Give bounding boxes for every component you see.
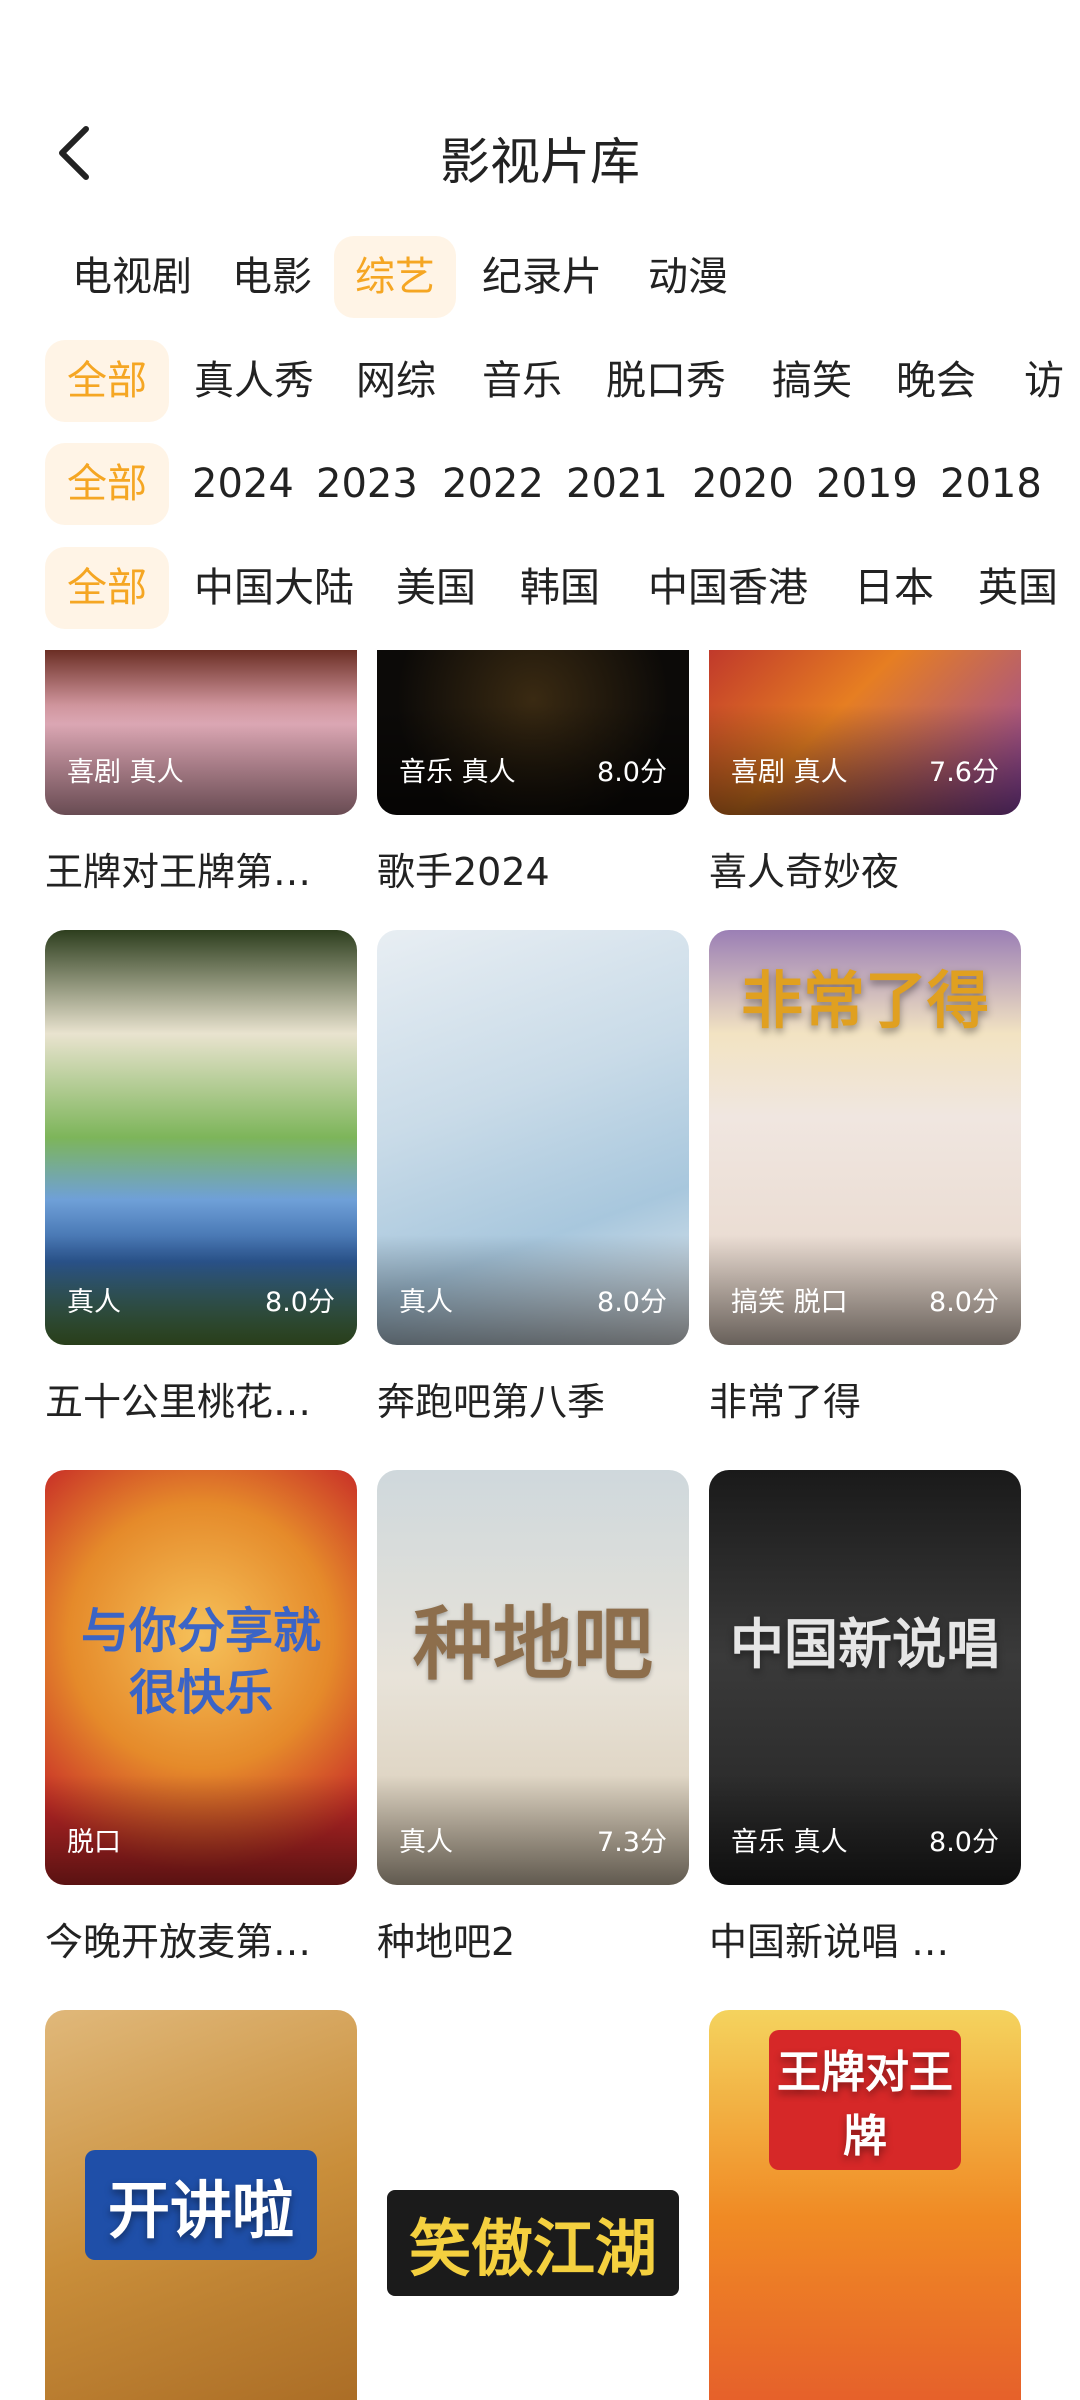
content-card[interactable]: 种地吧 真人 7.3分 种地吧2 xyxy=(377,1470,689,1966)
chip-region-hongkong[interactable]: 中国香港 xyxy=(636,547,820,629)
chip-genre-all[interactable]: 全部 xyxy=(45,340,169,422)
chip-year-2020[interactable]: 2020 xyxy=(680,443,806,525)
poster-tags: 真人 xyxy=(399,1827,453,1858)
content-card[interactable]: 开讲啦 xyxy=(45,2010,357,2400)
genre-filter-row: 全部 真人秀 网综 音乐 脱口秀 搞笑 晚会 访 xyxy=(0,340,1080,422)
poster-tags: 喜剧 真人 xyxy=(67,757,184,788)
chip-genre-music[interactable]: 音乐 xyxy=(470,340,574,422)
content-card[interactable]: 真人 8.0分 五十公里桃花… xyxy=(45,930,357,1426)
card-title: 中国新说唱 … xyxy=(709,1920,950,1964)
card-title: 种地吧2 xyxy=(377,1920,516,1964)
chip-year-2018[interactable]: 2018 xyxy=(928,443,1054,525)
poster-score: 8.0分 xyxy=(929,1827,999,1858)
poster-art-text: 与你分享就很快乐 xyxy=(80,1603,321,1721)
content-card[interactable]: 音乐 真人 8.0分 歌手2024 xyxy=(377,650,689,896)
chip-year-2022[interactable]: 2022 xyxy=(430,443,556,525)
content-card[interactable]: 笑傲江湖 xyxy=(377,2010,689,2400)
poster-tags: 音乐 真人 xyxy=(731,1827,848,1858)
header: 影视片库 xyxy=(0,0,1080,230)
content-card[interactable]: 喜剧 真人 王牌对王牌第… xyxy=(45,650,357,896)
chip-region-japan[interactable]: 日本 xyxy=(842,547,946,629)
poster-art-text: 种地吧 xyxy=(413,1598,653,1691)
content-card[interactable]: 非常了得 搞笑 脱口 8.0分 非常了得 xyxy=(709,930,1021,1426)
chip-year-2023[interactable]: 2023 xyxy=(304,443,430,525)
poster: 喜剧 真人 xyxy=(45,650,357,815)
poster: 真人 8.0分 xyxy=(45,930,357,1345)
chip-region-uk[interactable]: 英国 xyxy=(966,547,1070,629)
chip-genre-standup[interactable]: 脱口秀 xyxy=(594,340,738,422)
content-card[interactable]: 真人 8.0分 奔跑吧第八季 xyxy=(377,930,689,1426)
chip-genre-more[interactable]: 访 xyxy=(1012,340,1076,422)
chip-year-2024[interactable]: 2024 xyxy=(180,443,306,525)
poster-tags: 脱口 xyxy=(67,1827,121,1858)
poster: 王牌对王牌 xyxy=(709,2010,1021,2400)
poster-score: 8.0分 xyxy=(265,1287,335,1318)
poster-tags: 真人 xyxy=(399,1287,453,1318)
region-filter-row: 全部 中国大陆 美国 韩国 中国香港 日本 英国 xyxy=(0,547,1080,629)
type-filter-row: 电视剧 电影 综艺 纪录片 动漫 xyxy=(0,236,1080,318)
chip-genre-gala[interactable]: 晚会 xyxy=(884,340,988,422)
poster-score: 8.0分 xyxy=(597,757,667,788)
content-card[interactable]: 与你分享就很快乐 脱口 今晚开放麦第… xyxy=(45,1470,357,1966)
poster: 与你分享就很快乐 脱口 xyxy=(45,1470,357,1885)
poster-art-text: 笑傲江湖 xyxy=(387,2190,679,2296)
chip-region-all[interactable]: 全部 xyxy=(45,547,169,629)
content-card[interactable]: 王牌对王牌 xyxy=(709,2010,1021,2400)
card-title: 奔跑吧第八季 xyxy=(377,1380,606,1424)
chip-tv[interactable]: 电视剧 xyxy=(60,236,204,318)
poster-tags: 搞笑 脱口 xyxy=(731,1287,848,1318)
poster: 中国新说唱 音乐 真人 8.0分 xyxy=(709,1470,1021,1885)
poster: 喜剧 真人 7.6分 xyxy=(709,650,1021,815)
poster-art-text: 开讲啦 xyxy=(85,2150,317,2260)
poster-tags: 音乐 真人 xyxy=(399,757,516,788)
poster-score: 7.3分 xyxy=(597,1827,667,1858)
year-filter-row: 全部 2024 2023 2022 2021 2020 2019 2018 xyxy=(0,443,1080,525)
poster-art-text: 非常了得 xyxy=(740,964,989,1037)
poster-score: 8.0分 xyxy=(929,1287,999,1318)
poster-score: 7.6分 xyxy=(929,757,999,788)
page-title: 影视片库 xyxy=(440,133,640,191)
content-card[interactable]: 喜剧 真人 7.6分 喜人奇妙夜 xyxy=(709,650,1021,896)
chip-genre-comedy[interactable]: 搞笑 xyxy=(760,340,864,422)
card-title: 五十公里桃花… xyxy=(45,1380,312,1424)
poster: 真人 8.0分 xyxy=(377,930,689,1345)
chip-genre-web[interactable]: 网综 xyxy=(344,340,448,422)
chip-variety[interactable]: 综艺 xyxy=(334,236,456,318)
chip-documentary[interactable]: 纪录片 xyxy=(470,236,614,318)
chip-region-usa[interactable]: 美国 xyxy=(384,547,488,629)
poster-art-text: 中国新说唱 xyxy=(730,1613,1000,1676)
chip-year-all[interactable]: 全部 xyxy=(45,443,169,525)
chip-anime[interactable]: 动漫 xyxy=(636,236,740,318)
chip-genre-reality[interactable]: 真人秀 xyxy=(182,340,326,422)
chip-movie[interactable]: 电影 xyxy=(220,236,324,318)
chip-year-2021[interactable]: 2021 xyxy=(554,443,680,525)
poster-tags: 喜剧 真人 xyxy=(731,757,848,788)
poster: 音乐 真人 8.0分 xyxy=(377,650,689,815)
chip-region-korea[interactable]: 韩国 xyxy=(508,547,612,629)
poster: 笑傲江湖 xyxy=(377,2010,689,2400)
poster-score: 8.0分 xyxy=(597,1287,667,1318)
content-card[interactable]: 中国新说唱 音乐 真人 8.0分 中国新说唱 … xyxy=(709,1470,1021,1966)
poster-tags: 真人 xyxy=(67,1287,121,1318)
card-title: 王牌对王牌第… xyxy=(45,850,312,894)
card-title: 非常了得 xyxy=(709,1380,862,1424)
poster: 开讲啦 xyxy=(45,2010,357,2400)
chip-year-2019[interactable]: 2019 xyxy=(804,443,930,525)
poster-art-text: 王牌对王牌 xyxy=(769,2030,961,2170)
poster: 种地吧 真人 7.3分 xyxy=(377,1470,689,1885)
card-title: 今晚开放麦第… xyxy=(45,1920,312,1964)
poster: 非常了得 搞笑 脱口 8.0分 xyxy=(709,930,1021,1345)
content-grid: 喜剧 真人 王牌对王牌第… 音乐 真人 8.0分 歌手2024 喜剧 真人 7.… xyxy=(0,650,1080,2400)
card-title: 歌手2024 xyxy=(377,850,550,894)
card-title: 喜人奇妙夜 xyxy=(709,850,900,894)
chip-region-mainland[interactable]: 中国大陆 xyxy=(182,547,366,629)
